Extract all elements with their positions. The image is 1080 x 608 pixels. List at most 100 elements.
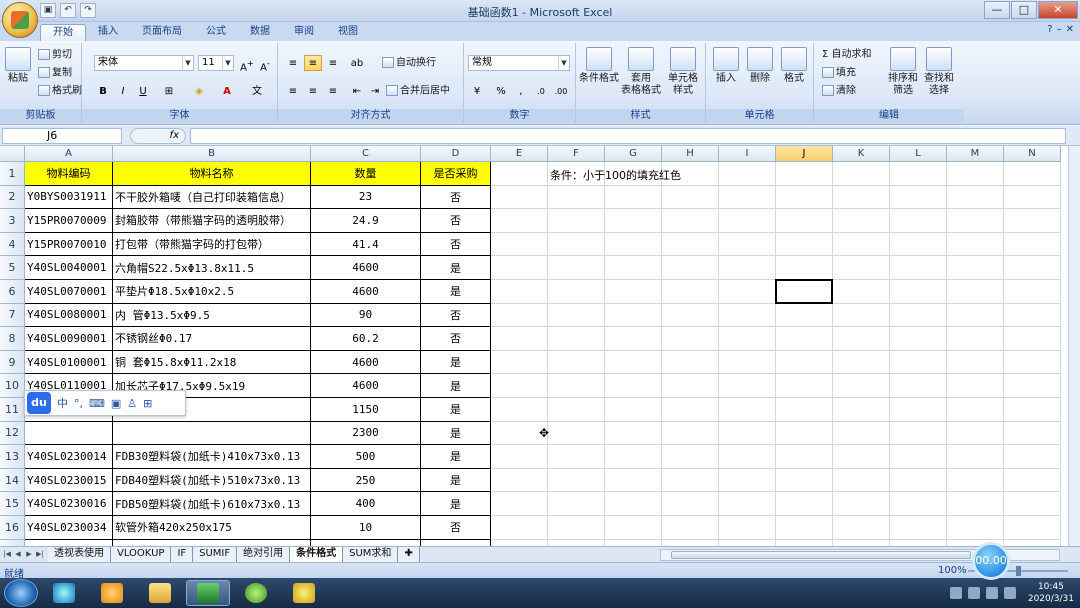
cell-qty[interactable]: 41.4 (311, 232, 421, 257)
scroll-thumb[interactable] (671, 551, 971, 559)
cell-code[interactable]: Y15PR0070009 (25, 209, 113, 233)
formula-input[interactable] (190, 128, 1066, 144)
cell-code[interactable]: Y40SL0230034 (25, 516, 113, 540)
column-header-i[interactable]: I (719, 146, 776, 162)
cell-h7[interactable] (662, 303, 719, 328)
cell-qty[interactable]: 4600 (311, 350, 421, 375)
sheet-tab[interactable]: 绝对引用 (237, 547, 291, 562)
cell-m8[interactable] (947, 327, 1004, 351)
cell-h4[interactable] (662, 232, 719, 257)
increase-decimal-icon[interactable]: .0 (532, 83, 550, 99)
ribbon-close-icon[interactable]: ✕ (1066, 24, 1074, 35)
cell-g2[interactable] (605, 185, 662, 210)
row-header-13[interactable]: 13 (0, 445, 25, 469)
network-icon[interactable] (967, 587, 980, 599)
column-header-g[interactable]: G (605, 146, 662, 162)
cell-l8[interactable] (890, 327, 947, 351)
cell-n7[interactable] (1004, 303, 1061, 328)
cell-f2[interactable] (548, 185, 605, 210)
cell-buy[interactable]: 否 (421, 232, 491, 257)
cell-code[interactable]: Y40SL0070001 (25, 280, 113, 304)
cell-m10[interactable] (947, 374, 1004, 398)
cell-qty[interactable]: 24.9 (311, 209, 421, 233)
cell-code[interactable]: Y0BYS0031911 (25, 185, 113, 210)
minimize-button[interactable]: — (984, 1, 1010, 19)
conditional-format-button[interactable]: 条件格式 (578, 47, 620, 85)
start-button[interactable] (4, 579, 38, 607)
tab-formulas[interactable]: 公式 (194, 24, 238, 41)
cell-name[interactable]: 六角帽S22.5xΦ13.8x11.5 (113, 256, 311, 280)
user-icon[interactable]: ♙ (127, 397, 137, 410)
close-button[interactable]: ✕ (1038, 1, 1078, 19)
cell-k12[interactable] (833, 421, 890, 446)
cell-name[interactable]: 内 管Φ13.5xΦ9.5 (113, 303, 311, 328)
cell-m16[interactable] (947, 516, 1004, 540)
cell-qty[interactable]: 500 (311, 445, 421, 469)
cell-h16[interactable] (662, 516, 719, 540)
delete-cells-button[interactable]: 删除 (744, 47, 776, 85)
taskbar-explorer[interactable] (138, 580, 182, 606)
cell-j4[interactable] (776, 232, 833, 257)
cell-i9[interactable] (719, 350, 776, 375)
active-cell-selection[interactable] (775, 279, 833, 304)
font-color-icon[interactable]: A (218, 83, 236, 99)
cell-buy[interactable]: 是 (421, 256, 491, 280)
cell-g6[interactable] (605, 280, 662, 304)
cell-k10[interactable] (833, 374, 890, 398)
cell-g12[interactable] (605, 421, 662, 446)
cell-i3[interactable] (719, 209, 776, 233)
cell-i15[interactable] (719, 492, 776, 516)
ime-punct-toggle[interactable]: °, (74, 397, 83, 410)
cell-h2[interactable] (662, 185, 719, 210)
paste-button[interactable]: 粘贴 (4, 47, 32, 85)
cell-m12[interactable] (947, 421, 1004, 446)
volume-icon[interactable] (985, 587, 998, 599)
cell-code[interactable]: Y15PR0070010 (25, 232, 113, 257)
bold-button[interactable]: B (94, 83, 112, 99)
cell-n15[interactable] (1004, 492, 1061, 516)
cell-n9[interactable] (1004, 350, 1061, 375)
ime-toolbar[interactable]: du 中 °, ⌨ ▣ ♙ ⊞ (24, 390, 186, 416)
cell-buy[interactable]: 是 (421, 492, 491, 516)
toolbox-icon[interactable]: ▣ (111, 397, 121, 410)
column-header-a[interactable]: A (25, 146, 113, 162)
cell-h6[interactable] (662, 280, 719, 304)
cell-e6[interactable] (491, 280, 548, 304)
cell-n1[interactable] (1004, 162, 1061, 186)
column-header-j[interactable]: J (776, 146, 833, 162)
cell-m1[interactable] (947, 162, 1004, 186)
cell-style-button[interactable]: 单元格 样式 (662, 47, 704, 97)
cell-h14[interactable] (662, 468, 719, 493)
cell-qty[interactable]: 23 (311, 185, 421, 210)
cell-j11[interactable] (776, 398, 833, 422)
taskbar-app5[interactable] (234, 580, 278, 606)
cell-e1[interactable] (491, 162, 548, 186)
cell-e13[interactable] (491, 445, 548, 469)
cell-h10[interactable] (662, 374, 719, 398)
cell-m4[interactable] (947, 232, 1004, 257)
cell-h12[interactable] (662, 421, 719, 446)
last-sheet-icon[interactable]: ▶| (35, 548, 45, 560)
cell-code[interactable]: Y40SL0080001 (25, 303, 113, 328)
cell-f9[interactable] (548, 350, 605, 375)
maximize-button[interactable]: □ (1011, 1, 1037, 19)
cell-g7[interactable] (605, 303, 662, 328)
cell-m6[interactable] (947, 280, 1004, 304)
cell-e5[interactable] (491, 256, 548, 280)
cell-name[interactable]: FDB30塑料袋(加纸卡)410x73x0.13 (113, 445, 311, 469)
cell-f16[interactable] (548, 516, 605, 540)
baidu-ime-logo[interactable]: du (27, 392, 51, 414)
clock[interactable]: 10:45 2020/3/31 (1028, 581, 1074, 605)
cell-qty[interactable]: 400 (311, 492, 421, 516)
cell-i1[interactable] (719, 162, 776, 186)
cell-m3[interactable] (947, 209, 1004, 233)
cell-buy[interactable]: 是 (421, 398, 491, 422)
cell-name[interactable]: 打包带（带熊猫字码的打包带） (113, 232, 311, 257)
cell-n5[interactable] (1004, 256, 1061, 280)
cell-l5[interactable] (890, 256, 947, 280)
cell-qty[interactable]: 4600 (311, 256, 421, 280)
tab-review[interactable]: 审阅 (282, 24, 326, 41)
orientation-icon[interactable]: ab (348, 55, 366, 71)
name-box[interactable]: J6 (2, 128, 122, 144)
merge-center-button[interactable]: 合并后居中 (386, 85, 450, 98)
